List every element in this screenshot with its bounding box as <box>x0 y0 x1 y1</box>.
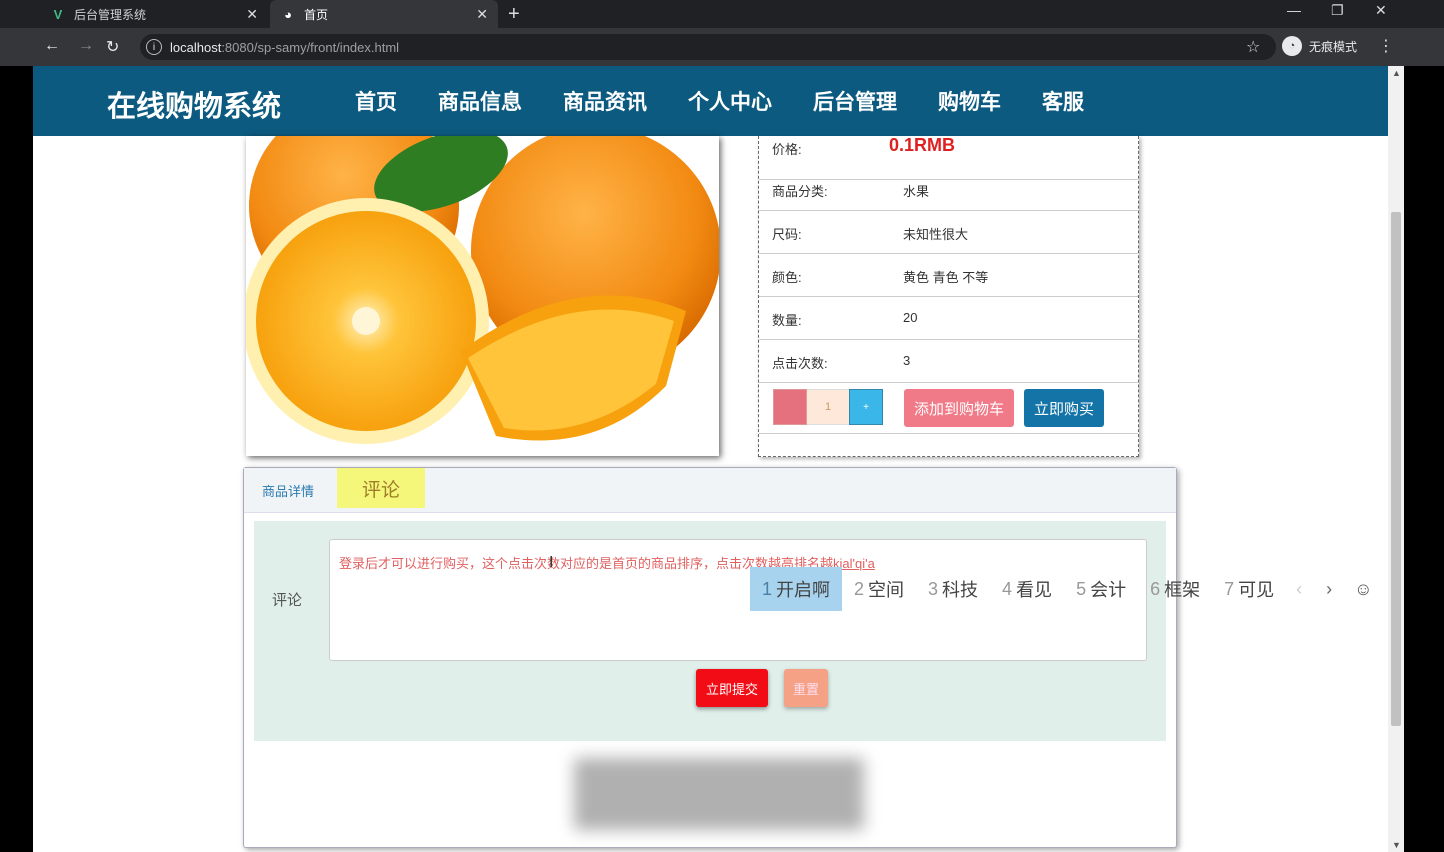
vue-icon: V <box>53 6 63 22</box>
ime-candidate[interactable]: 3 科技 <box>916 567 990 611</box>
clicks-row: 点击次数: 3 <box>759 339 1138 383</box>
ime-candidate[interactable]: 7 可见 <box>1212 567 1286 611</box>
menu-kebab-icon[interactable]: ⋮ <box>1378 36 1394 56</box>
submit-button[interactable]: 立即提交 <box>696 669 768 707</box>
add-to-cart-button[interactable]: 添加到购物车 <box>904 389 1014 427</box>
comment-form: 评论 登录后才可以进行购买，这个点击次数对应的是首页的商品排序，点击次数越高排名… <box>254 521 1166 741</box>
browser-tabstrip: V 后台管理系统 ✕ ◕ 首页 ✕ + — ❐ ✕ <box>0 0 1444 28</box>
ime-next-icon[interactable]: › <box>1312 579 1346 600</box>
close-tab-icon[interactable]: ✕ <box>476 6 488 23</box>
buy-now-button[interactable]: 立即购买 <box>1024 389 1104 427</box>
row-label: 商品分类: <box>772 184 828 199</box>
ime-candidate[interactable]: 6 框架 <box>1138 567 1212 611</box>
price-value: 0.1RMB <box>889 135 956 155</box>
url-host: localhost <box>170 39 222 55</box>
ime-prev-icon[interactable]: ‹ <box>1286 579 1312 600</box>
site-brand[interactable]: 在线购物系统 <box>107 83 281 125</box>
blurred-content <box>574 758 864 830</box>
decrease-button[interactable]: - <box>773 389 807 425</box>
bookmark-star-icon[interactable]: ☆ <box>1246 37 1260 57</box>
ime-candidate[interactable]: 1 开启啊 <box>750 567 843 611</box>
quantity-stepper: - 1 + <box>773 389 883 425</box>
nav-service[interactable]: 客服 <box>1042 86 1084 116</box>
nav-admin[interactable]: 后台管理 <box>813 86 897 116</box>
row-label: 点击次数: <box>772 356 828 371</box>
product-info-table: 价格: 0.1RMB 商品分类: 水果 尺码: 未知性很大 颜色: 黄色 青色 … <box>758 135 1139 457</box>
url-path: :8080/sp-samy/front/index.html <box>221 39 400 55</box>
category-row: 商品分类: 水果 <box>759 167 1138 211</box>
nav-cart[interactable]: 购物车 <box>938 86 1001 116</box>
url-field[interactable]: i localhost :8080/sp-samy/front/index.ht… <box>140 34 1276 60</box>
restore-button[interactable]: ❐ <box>1331 2 1344 19</box>
size-row: 尺码: 未知性很大 <box>759 210 1138 254</box>
detail-tabs: 商品详情 评论 <box>244 468 1176 513</box>
row-label: 颜色: <box>772 270 802 285</box>
incognito-icon: ◔ <box>1282 36 1302 56</box>
scroll-thumb[interactable] <box>1391 212 1401 726</box>
globe-icon: ◕ <box>284 6 292 22</box>
row-value: 水果 <box>903 184 930 199</box>
divider <box>759 433 1138 434</box>
tab-product-detail[interactable]: 商品详情 <box>262 481 314 500</box>
ime-candidate[interactable]: 4 看见 <box>990 567 1064 611</box>
tab-comments[interactable]: 评论 <box>337 468 425 508</box>
nav-profile[interactable]: 个人中心 <box>688 86 772 116</box>
row-label: 尺码: <box>772 227 802 242</box>
nav-news[interactable]: 商品资讯 <box>563 86 647 116</box>
minimize-button[interactable]: — <box>1287 2 1301 18</box>
incognito-label: 无痕模式 <box>1309 39 1358 54</box>
new-tab-button[interactable]: + <box>508 3 520 26</box>
quantity-input[interactable]: 1 <box>807 389 849 425</box>
tab-home[interactable]: ◕ 首页 ✕ <box>270 0 498 28</box>
nav-home[interactable]: 首页 <box>355 86 397 116</box>
reload-icon[interactable]: ↻ <box>106 37 119 57</box>
reset-button[interactable]: 重置 <box>784 669 828 707</box>
ime-candidate[interactable]: 2 空间 <box>842 567 916 611</box>
forward-icon[interactable]: → <box>78 37 94 55</box>
scroll-up-icon[interactable]: ▲ <box>1392 68 1401 78</box>
increase-button[interactable]: + <box>849 389 883 425</box>
address-bar: ← → ↻ i localhost :8080/sp-samy/front/in… <box>0 28 1444 66</box>
tab-title: 首页 <box>304 7 329 22</box>
detail-panel: 商品详情 评论 评论 登录后才可以进行购买，这个点击次数对应的是首页的商品排序，… <box>243 467 1177 848</box>
row-value: 20 <box>903 310 918 325</box>
tab-title: 后台管理系统 <box>74 7 147 22</box>
emoji-icon[interactable]: ☺ <box>1346 579 1380 600</box>
row-value: 黄色 青色 不等 <box>903 270 989 285</box>
close-tab-icon[interactable]: ✕ <box>246 6 258 23</box>
color-row: 颜色: 黄色 青色 不等 <box>759 253 1138 297</box>
ime-candidate[interactable]: 5 会计 <box>1064 567 1138 611</box>
quantity-row: 数量: 20 <box>759 296 1138 340</box>
page-viewport: 在线购物系统 首页 商品信息 商品资讯 个人中心 后台管理 购物车 客服 价格:… <box>33 66 1388 852</box>
site-navbar: 在线购物系统 首页 商品信息 商品资讯 个人中心 后台管理 购物车 客服 <box>33 66 1388 136</box>
row-value: 3 <box>903 353 911 368</box>
comment-label: 评论 <box>272 592 303 609</box>
text-cursor-icon: I <box>549 554 554 571</box>
row-value: 未知性很大 <box>903 227 969 242</box>
nav-products[interactable]: 商品信息 <box>438 86 522 116</box>
back-icon[interactable]: ← <box>44 37 60 55</box>
scroll-down-icon[interactable]: ▼ <box>1392 840 1401 850</box>
product-image <box>246 136 719 456</box>
close-window-button[interactable]: ✕ <box>1375 2 1387 19</box>
page-scrollbar[interactable]: ▲ ▼ <box>1388 66 1404 852</box>
row-label: 数量: <box>772 313 802 328</box>
incognito-indicator[interactable]: ◔ 无痕模式 <box>1282 36 1357 56</box>
main-menu: 首页 商品信息 商品资讯 个人中心 后台管理 购物车 客服 <box>355 86 1125 116</box>
price-label: 价格: <box>772 142 802 157</box>
screen-edge <box>1404 66 1444 852</box>
info-icon[interactable]: i <box>146 39 162 55</box>
tab-admin[interactable]: V 后台管理系统 ✕ <box>40 0 268 28</box>
ime-candidate-bar: 1 开启啊 2 空间 3 科技 4 看见 5 会计 6 框架 7 可见 ‹ › ☺ <box>750 567 1381 611</box>
